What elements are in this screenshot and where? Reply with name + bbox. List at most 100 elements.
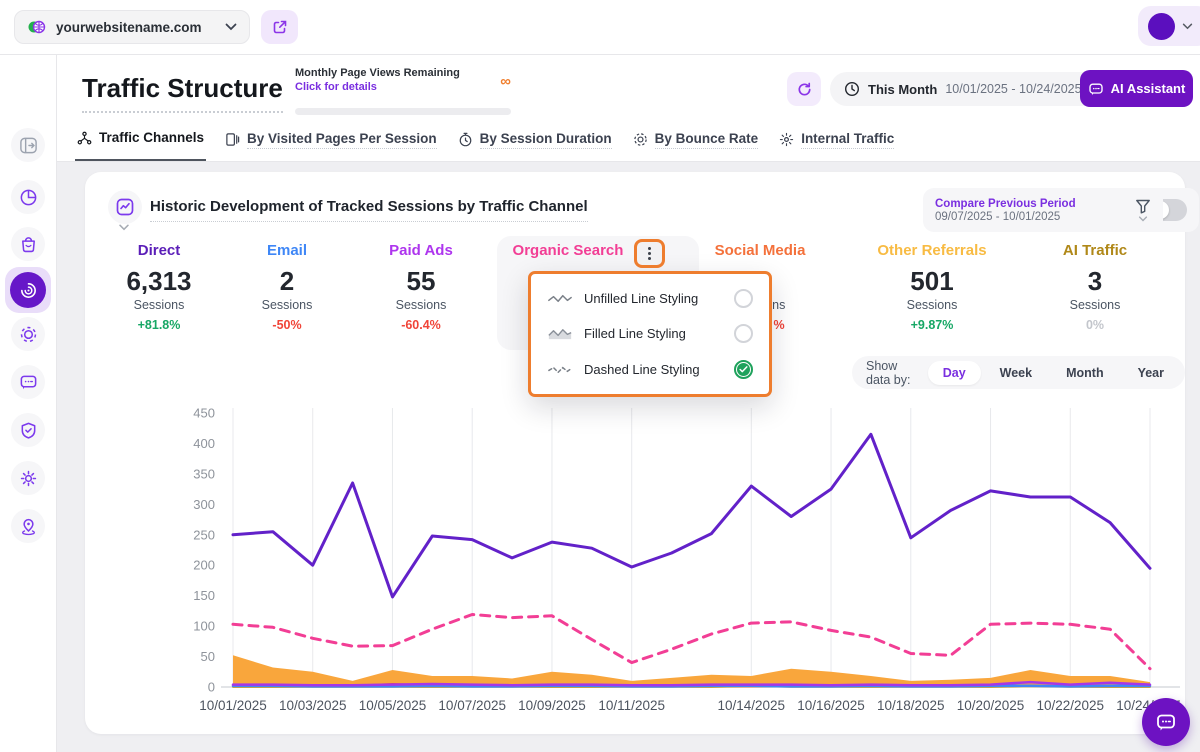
channel-organic-search[interactable]: Organic Search [493,242,643,261]
gear-icon [19,469,38,488]
tab-label: Internal Traffic [801,131,894,149]
user-menu[interactable] [1138,6,1200,46]
tab-label: By Session Duration [480,131,612,149]
sunburst-icon [779,132,794,147]
dropdown-item-label: Unfilled Line Styling [584,291,723,306]
svg-text:100: 100 [193,619,215,634]
svg-text:10/05/2025: 10/05/2025 [359,698,427,713]
tab-label: By Bounce Rate [655,131,759,149]
organic-search-options-button[interactable] [634,239,665,268]
sidebar-item-dashboard[interactable] [11,180,45,214]
radio-selected[interactable] [734,360,753,379]
granularity-day[interactable]: Day [928,361,981,385]
chart-type-button[interactable] [108,190,142,224]
shield-check-icon [19,421,38,440]
channel-change: -50% [212,318,362,332]
sidebar-item-recordings[interactable] [11,317,45,351]
dropdown-item-dashed[interactable]: Dashed Line Styling [531,352,769,387]
compare-label: Compare Previous Period [935,198,1149,210]
target-icon [633,132,648,147]
tab-by-visited-pages[interactable]: By Visited Pages Per Session [223,122,439,161]
dropdown-item-label: Dashed Line Styling [584,362,723,377]
svg-text:250: 250 [193,527,215,542]
quota-infinity-value: ∞ [500,73,511,90]
check-icon [739,366,748,373]
channel-paid-ads[interactable]: Paid Ads 55 Sessions -60.4% [346,242,496,332]
open-website-button[interactable] [261,10,298,44]
chevron-down-icon[interactable] [118,224,130,231]
quota-label: Monthly Page Views Remaining [295,67,511,79]
unfilled-line-icon [547,292,573,305]
granularity-month[interactable]: Month [1051,361,1118,385]
svg-text:10/16/2025: 10/16/2025 [797,698,865,713]
app-root: yourwebsitename.com [0,0,1200,752]
quota-details-link[interactable]: Click for details [295,81,511,93]
channel-sessions-label: Sessions [212,298,362,314]
svg-text:50: 50 [201,649,215,664]
sidebar-item-traffic-active[interactable] [5,267,51,313]
line-styling-dropdown: Unfilled Line Styling Filled Line Stylin… [528,271,772,397]
date-range-selector[interactable]: This Month 10/01/2025 - 10/24/2025 [830,72,1113,106]
svg-text:10/14/2025: 10/14/2025 [718,698,786,713]
chevron-down-icon [225,23,237,31]
radio-unselected[interactable] [734,289,753,308]
sidebar-item-ecommerce[interactable] [11,227,45,261]
tab-internal-traffic[interactable]: Internal Traffic [777,122,896,161]
line-chart-icon [115,197,135,217]
granularity-week[interactable]: Week [985,361,1047,385]
pie-chart-icon [19,188,38,207]
refresh-icon [796,81,813,98]
quota-widget: Monthly Page Views Remaining Click for d… [295,67,511,93]
channel-ai-traffic[interactable]: AI Traffic 3 Sessions 0% [1020,242,1170,332]
chevron-down-icon [1138,216,1148,222]
show-data-by-label: Show data by: [866,359,918,387]
chart-title: Historic Development of Tracked Sessions… [150,198,588,222]
support-chat-button[interactable] [1142,698,1190,746]
sidebar-collapse-button[interactable] [11,128,45,162]
channel-name: Email [212,242,362,261]
sidebar [0,55,57,752]
channel-name: Organic Search [493,242,643,261]
svg-text:10/03/2025: 10/03/2025 [279,698,347,713]
tab-by-bounce-rate[interactable]: By Bounce Rate [631,122,761,161]
dropdown-item-unfilled[interactable]: Unfilled Line Styling [531,281,769,316]
period-label: This Month [868,82,937,97]
sidebar-item-settings[interactable] [11,461,45,495]
channel-name: AI Traffic [1020,242,1170,261]
chevron-down-icon [1182,23,1193,30]
traffic-line-chart[interactable]: 0050501001001501502002002502503003003503… [90,400,1180,722]
clock-icon [844,81,860,97]
filled-line-icon [547,327,573,340]
channel-email[interactable]: Email 2 Sessions -50% [212,242,362,332]
quota-progress-bar [295,108,511,115]
granularity-year[interactable]: Year [1123,361,1179,385]
svg-text:10/07/2025: 10/07/2025 [438,698,506,713]
chart-card: Historic Development of Tracked Sessions… [85,172,1185,734]
site-selector[interactable]: yourwebsitename.com [14,10,250,44]
svg-text:150: 150 [193,588,215,603]
channel-sessions-label: Sessions [346,298,496,314]
ai-assistant-button[interactable]: AI Assistant [1080,70,1193,107]
tab-label: By Visited Pages Per Session [247,131,437,149]
svg-text:200: 200 [193,558,215,573]
filter-button[interactable] [1123,188,1163,232]
tab-by-session-duration[interactable]: By Session Duration [456,122,614,161]
traffic-radar-icon [10,272,46,308]
sidebar-item-location[interactable] [11,509,45,543]
channel-other-referrals[interactable]: Other Referrals 501 Sessions +9.87% [857,242,1007,332]
dropdown-item-filled[interactable]: Filled Line Styling [531,316,769,351]
external-link-icon [272,19,288,35]
svg-text:10/22/2025: 10/22/2025 [1036,698,1104,713]
channel-name: Other Referrals [857,242,1007,261]
svg-text:10/20/2025: 10/20/2025 [957,698,1025,713]
channel-name: Social Media [685,242,835,261]
refresh-button[interactable] [787,72,821,106]
sidebar-item-feedback[interactable] [11,365,45,399]
tab-traffic-channels[interactable]: Traffic Channels [75,122,206,161]
page-title: Traffic Structure [82,73,283,113]
radio-unselected[interactable] [734,324,753,343]
site-name: yourwebsitename.com [56,20,225,35]
svg-text:10/18/2025: 10/18/2025 [877,698,945,713]
stopwatch-icon [458,132,473,147]
sidebar-item-security[interactable] [11,413,45,447]
